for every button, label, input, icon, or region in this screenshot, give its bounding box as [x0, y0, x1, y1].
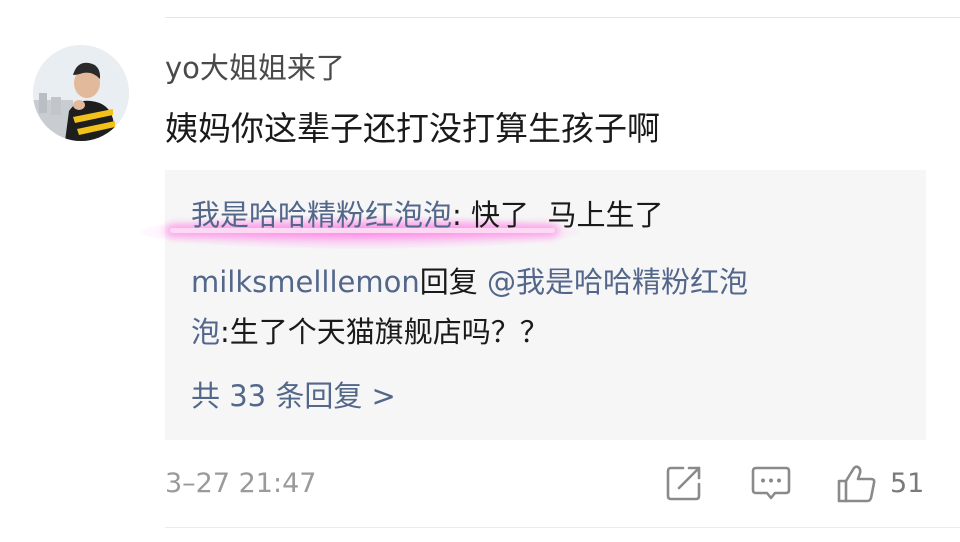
top-divider: [165, 17, 960, 18]
reply-item: 我是哈哈精粉红泡泡: 快了 马上生了: [191, 195, 663, 235]
avatar-image: [33, 45, 129, 141]
like-count: 51: [890, 468, 925, 499]
comment-icon: [751, 466, 791, 500]
share-button[interactable]: [665, 464, 703, 506]
reply-author[interactable]: 我是哈哈精粉红泡泡: [191, 198, 452, 232]
comment-username[interactable]: yo大姐姐来了: [165, 48, 345, 88]
view-more-replies-link[interactable]: 共 33 条回复 >: [191, 376, 396, 416]
share-icon: [666, 466, 701, 501]
like-icon: [837, 465, 876, 503]
reply-item: milksmelllemon回复 @我是哈哈精粉红泡 泡:生了个天猫旗舰店吗？？: [191, 257, 891, 357]
comment-button[interactable]: [751, 464, 791, 506]
reply-text: :生了个天猫旗舰店吗？？: [220, 315, 549, 349]
comment-timestamp: 3–27 21:47: [165, 468, 317, 499]
like-button[interactable]: [836, 464, 878, 508]
user-avatar[interactable]: [33, 45, 129, 141]
reply-author[interactable]: milksmelllemon: [191, 265, 420, 299]
reply-separator: :: [452, 198, 472, 232]
reply-mention-continued[interactable]: 泡: [191, 315, 220, 349]
reply-action-text: 回复: [419, 265, 478, 299]
reply-mention[interactable]: @我是哈哈精粉红泡: [487, 265, 748, 299]
bottom-divider: [165, 527, 960, 528]
reply-text: 快了 马上生了: [471, 198, 664, 232]
comment-text: 姨妈你这辈子还打没打算生孩子啊: [165, 109, 660, 148]
